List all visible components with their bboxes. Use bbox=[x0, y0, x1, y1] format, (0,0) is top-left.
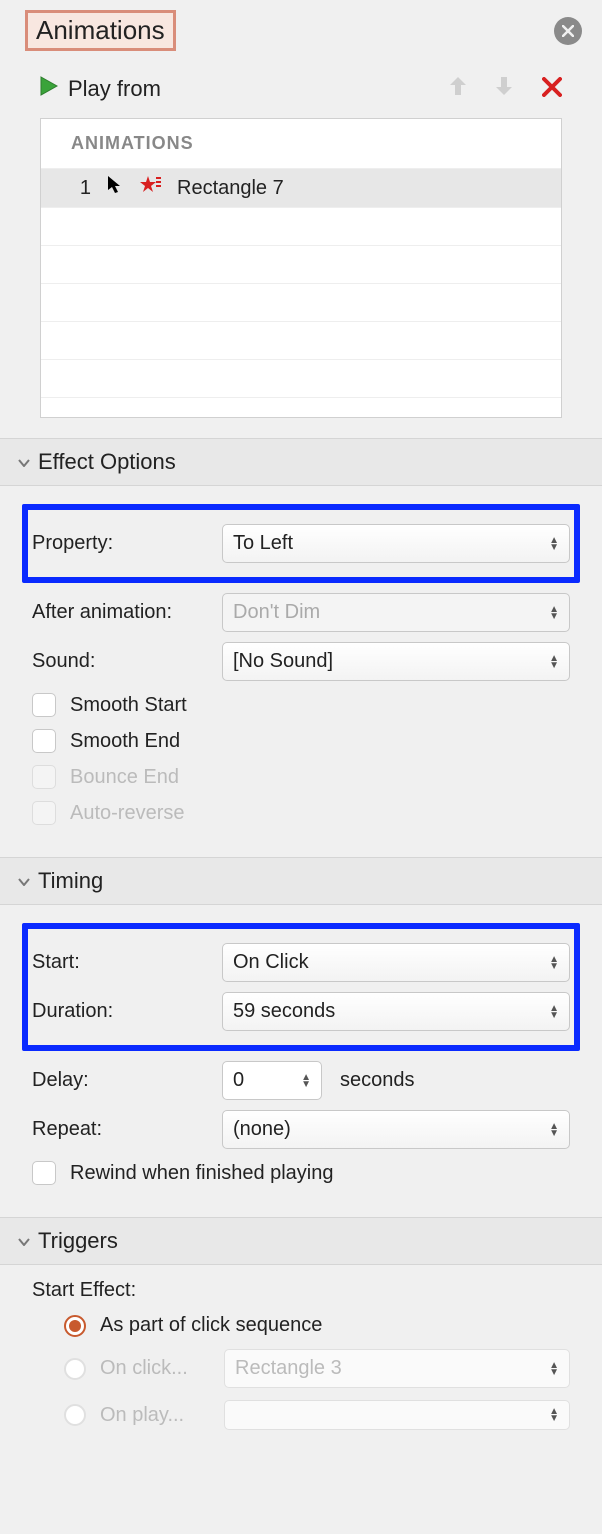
smooth-start-checkbox[interactable] bbox=[32, 693, 56, 717]
cursor-icon bbox=[107, 175, 123, 201]
auto-reverse-label: Auto-reverse bbox=[70, 802, 185, 825]
rewind-row[interactable]: Rewind when finished playing bbox=[32, 1161, 570, 1185]
list-item bbox=[41, 322, 561, 360]
smooth-end-checkbox[interactable] bbox=[32, 729, 56, 753]
list-item bbox=[41, 246, 561, 284]
panel-header: Animations bbox=[0, 0, 602, 61]
trigger-onplay-radio bbox=[64, 1404, 86, 1426]
triggers-header[interactable]: Triggers bbox=[0, 1218, 602, 1264]
smooth-start-label: Smooth Start bbox=[70, 694, 187, 717]
rewind-label: Rewind when finished playing bbox=[70, 1162, 334, 1185]
move-up-button[interactable] bbox=[448, 73, 468, 104]
timing-section: Timing bbox=[0, 857, 602, 905]
section-title: Timing bbox=[38, 868, 103, 894]
chevron-down-icon bbox=[18, 873, 30, 889]
trigger-onclick-label: On click... bbox=[100, 1357, 210, 1380]
duration-value: 59 seconds bbox=[233, 1000, 335, 1023]
stepper-icon: ▲▼ bbox=[549, 1408, 559, 1422]
highlight-property: Property: To Left ▲▼ bbox=[22, 504, 580, 583]
section-title: Effect Options bbox=[38, 449, 176, 475]
stepper-icon: ▲▼ bbox=[549, 1362, 559, 1376]
trigger-onclick-combo: Rectangle 3 ▲▼ bbox=[224, 1349, 570, 1388]
chevron-down-icon bbox=[18, 1233, 30, 1249]
bounce-end-row: Bounce End bbox=[32, 765, 570, 789]
bounce-end-label: Bounce End bbox=[70, 766, 179, 789]
delay-suffix: seconds bbox=[340, 1069, 415, 1092]
rewind-checkbox[interactable] bbox=[32, 1161, 56, 1185]
start-effect-label: Start Effect: bbox=[32, 1279, 570, 1302]
delay-input[interactable]: 0 ▲▼ bbox=[222, 1061, 322, 1100]
smooth-end-row[interactable]: Smooth End bbox=[32, 729, 570, 753]
start-combo[interactable]: On Click ▲▼ bbox=[222, 943, 570, 982]
delete-button[interactable] bbox=[542, 73, 562, 104]
start-value: On Click bbox=[233, 951, 309, 974]
stepper-icon: ▲▼ bbox=[549, 537, 559, 551]
panel-title: Animations bbox=[25, 10, 176, 51]
repeat-value: (none) bbox=[233, 1118, 291, 1141]
trigger-onclick-row: On click... Rectangle 3 ▲▼ bbox=[64, 1349, 570, 1388]
animation-name: Rectangle 7 bbox=[177, 177, 284, 200]
animations-list-header: ANIMATIONS bbox=[41, 119, 561, 168]
section-title: Triggers bbox=[38, 1228, 118, 1254]
effect-options-body: Property: To Left ▲▼ After animation: Do… bbox=[0, 486, 602, 857]
duration-combo[interactable]: 59 seconds ▲▼ bbox=[222, 992, 570, 1031]
sound-value: [No Sound] bbox=[233, 650, 333, 673]
start-label: Start: bbox=[32, 951, 222, 974]
smooth-end-label: Smooth End bbox=[70, 730, 180, 753]
duration-label: Duration: bbox=[32, 1000, 222, 1023]
play-icon[interactable] bbox=[40, 76, 58, 102]
highlight-timing: Start: On Click ▲▼ Duration: 59 seconds … bbox=[22, 923, 580, 1051]
animation-row[interactable]: 1 Rectangle 7 bbox=[41, 168, 561, 208]
sound-label: Sound: bbox=[32, 650, 222, 673]
play-from-label[interactable]: Play from bbox=[68, 76, 161, 102]
stepper-icon: ▲▼ bbox=[549, 1005, 559, 1019]
close-button[interactable] bbox=[554, 17, 582, 45]
play-toolbar: Play from bbox=[0, 61, 602, 118]
effect-options-header[interactable]: Effect Options bbox=[0, 439, 602, 485]
after-animation-combo: Don't Dim ▲▼ bbox=[222, 593, 570, 632]
property-value: To Left bbox=[233, 532, 293, 555]
trigger-sequence-radio[interactable] bbox=[64, 1315, 86, 1337]
close-icon bbox=[562, 25, 574, 37]
after-animation-value: Don't Dim bbox=[233, 601, 320, 624]
list-item bbox=[41, 208, 561, 246]
list-item bbox=[41, 360, 561, 398]
delay-label: Delay: bbox=[32, 1069, 222, 1092]
timing-body: Start: On Click ▲▼ Duration: 59 seconds … bbox=[0, 905, 602, 1217]
stepper-icon: ▲▼ bbox=[549, 655, 559, 669]
trigger-onclick-value: Rectangle 3 bbox=[235, 1357, 342, 1380]
stepper-icon: ▲▼ bbox=[549, 956, 559, 970]
stepper-icon: ▲▼ bbox=[301, 1074, 311, 1088]
repeat-label: Repeat: bbox=[32, 1118, 222, 1141]
effect-options-section: Effect Options bbox=[0, 438, 602, 486]
trigger-onplay-combo: ▲▼ bbox=[224, 1400, 570, 1430]
property-label: Property: bbox=[32, 532, 222, 555]
delay-value: 0 bbox=[233, 1069, 244, 1092]
trigger-onplay-row: On play... ▲▼ bbox=[64, 1400, 570, 1430]
stepper-icon: ▲▼ bbox=[549, 1123, 559, 1137]
trigger-onplay-label: On play... bbox=[100, 1404, 210, 1427]
trigger-sequence-row[interactable]: As part of click sequence bbox=[64, 1314, 570, 1337]
smooth-start-row[interactable]: Smooth Start bbox=[32, 693, 570, 717]
repeat-combo[interactable]: (none) ▲▼ bbox=[222, 1110, 570, 1149]
auto-reverse-checkbox bbox=[32, 801, 56, 825]
triggers-body: Start Effect: As part of click sequence … bbox=[0, 1265, 602, 1462]
auto-reverse-row: Auto-reverse bbox=[32, 801, 570, 825]
list-item bbox=[41, 284, 561, 322]
sound-combo[interactable]: [No Sound] ▲▼ bbox=[222, 642, 570, 681]
trigger-sequence-label: As part of click sequence bbox=[100, 1314, 322, 1337]
after-animation-label: After animation: bbox=[32, 601, 222, 624]
animations-list: ANIMATIONS 1 Rectangle 7 bbox=[40, 118, 562, 418]
timing-header[interactable]: Timing bbox=[0, 858, 602, 904]
trigger-onclick-radio bbox=[64, 1358, 86, 1380]
chevron-down-icon bbox=[18, 454, 30, 470]
effect-type-icon bbox=[139, 175, 161, 201]
move-down-button[interactable] bbox=[494, 73, 514, 104]
property-combo[interactable]: To Left ▲▼ bbox=[222, 524, 570, 563]
stepper-icon: ▲▼ bbox=[549, 606, 559, 620]
animation-index: 1 bbox=[71, 177, 91, 200]
triggers-section: Triggers bbox=[0, 1217, 602, 1265]
bounce-end-checkbox bbox=[32, 765, 56, 789]
